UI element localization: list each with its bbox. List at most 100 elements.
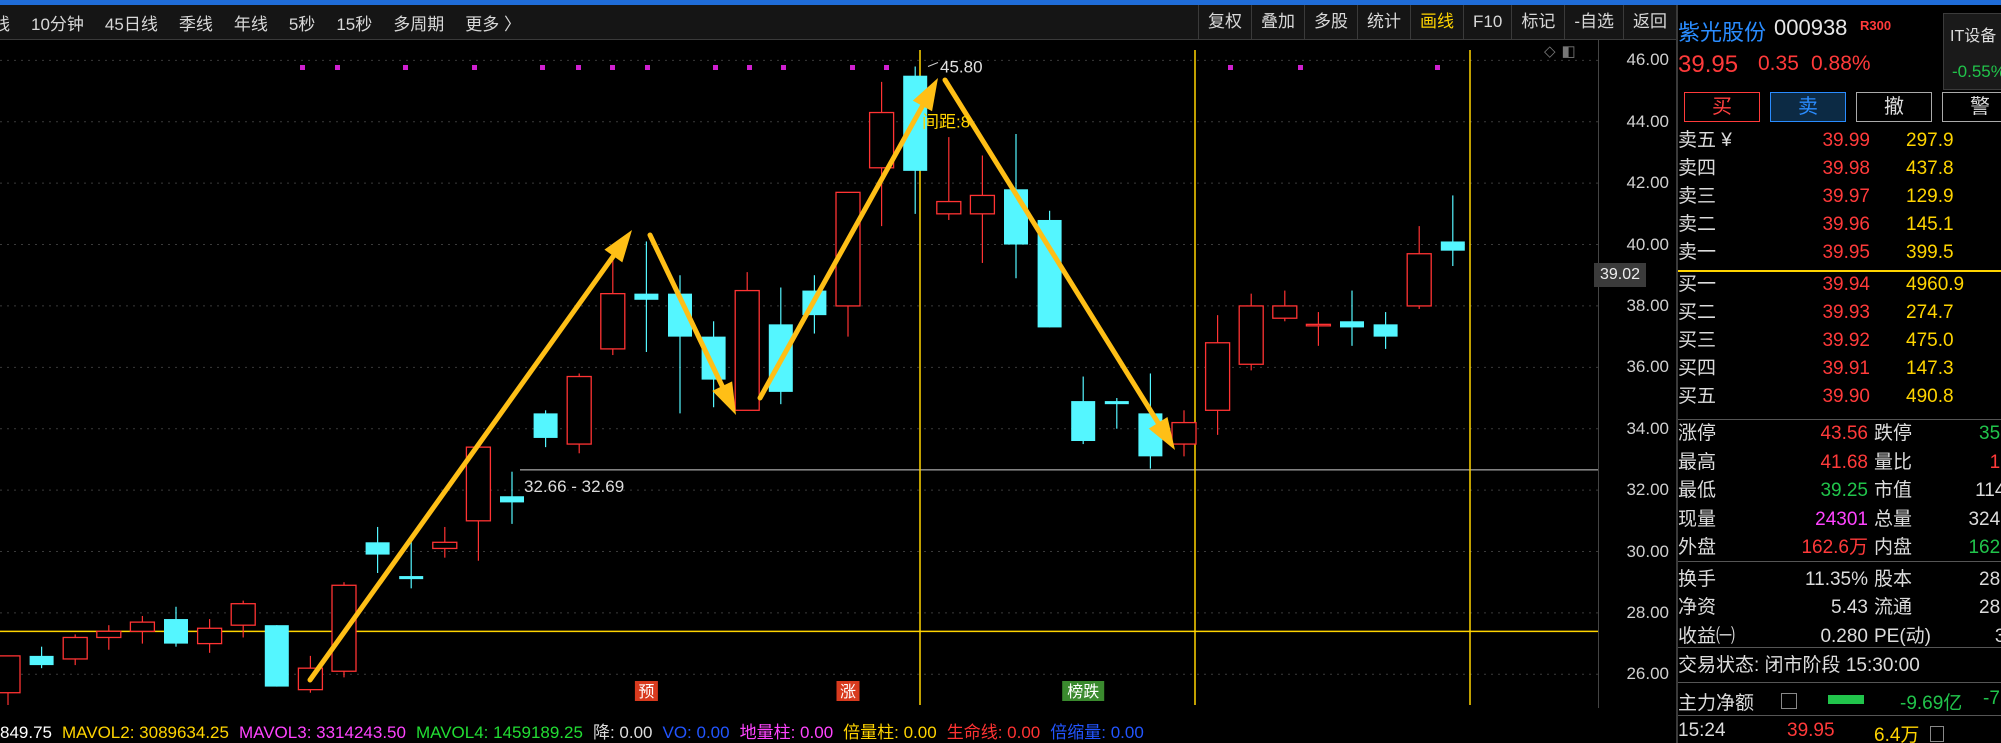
dot-markers	[300, 65, 1440, 70]
stat-value: 162.6万	[1801, 537, 1868, 558]
chart-annotations: 32.66 - 32.69 45.80 间距:8 预 涨 榜跌	[524, 57, 1105, 701]
stat-value: 162.0	[1968, 537, 2001, 558]
axis-tick-label: 26.00	[1626, 664, 1669, 684]
candle-body	[1340, 321, 1364, 328]
period-tab[interactable]: 5秒	[289, 10, 315, 35]
axis-tick-label: 30.00	[1626, 541, 1669, 561]
order-label: 买三	[1678, 330, 1717, 351]
stat-value: 35.0	[1979, 423, 2001, 444]
stat-label: 总量	[1874, 508, 1913, 530]
period-tab[interactable]: 年线	[234, 10, 268, 35]
period-tab[interactable]: 线	[0, 10, 10, 35]
signal-dot	[472, 65, 477, 70]
order-price: 39.99	[1822, 130, 1870, 151]
tick-volume: 6.4万	[1874, 725, 1920, 743]
stat-value: 324.6	[1968, 508, 2001, 530]
period-tab[interactable]: 45日线	[105, 10, 158, 35]
stat-label: 最高	[1678, 451, 1717, 473]
trend-arrow-shaft	[942, 77, 1161, 426]
period-tab[interactable]: 季线	[179, 10, 213, 35]
price-axis: 46.00 44.00 42.00 40.00 38.00 36.00 34.00 32.00…	[1598, 40, 1677, 708]
stat-value: 43.56	[1820, 423, 1868, 444]
tool-button[interactable]: 返回	[1623, 5, 1676, 39]
order-price: 39.97	[1822, 186, 1870, 207]
indicator-value: MAVOL4: 1459189.25	[415, 723, 583, 742]
buy-button[interactable]: 买	[1684, 92, 1760, 122]
order-label: 买五	[1678, 386, 1717, 407]
order-row: 买三 39.92 475.0	[1678, 327, 2001, 354]
diamond-icon[interactable]: ◇	[1544, 42, 1556, 60]
order-volume: 490.8	[1906, 386, 1954, 407]
tool-button[interactable]: 统计	[1357, 5, 1410, 39]
high-marker: 45.80	[940, 57, 983, 76]
axis-tick-label: 44.00	[1626, 111, 1669, 131]
candle-body	[365, 542, 390, 555]
tool-button[interactable]: 标记	[1511, 5, 1564, 39]
range-label: 32.66 - 32.69	[524, 477, 624, 496]
trend-arrow-shaft	[647, 232, 725, 389]
period-tab[interactable]: 多周期	[393, 10, 444, 35]
sell-button[interactable]: 卖	[1770, 92, 1846, 122]
axis-tick-label: 32.00	[1626, 480, 1669, 500]
candle-body	[164, 619, 188, 644]
tick-time: 15:24	[1678, 720, 1726, 741]
candle-body	[1406, 253, 1432, 307]
tool-button[interactable]: 叠加	[1251, 5, 1304, 39]
divider	[1678, 647, 2001, 648]
stock-code: 000938	[1774, 15, 1848, 40]
order-row: 买四 39.91 147.3	[1678, 355, 2001, 382]
signal-dot	[850, 65, 855, 70]
tool-button[interactable]: 画线	[1410, 5, 1463, 39]
tool-button[interactable]: 多股	[1304, 5, 1357, 39]
period-tab[interactable]: 10分钟	[31, 10, 84, 35]
order-volume: 475.0	[1906, 330, 1954, 351]
cancel-button[interactable]: 撤	[1856, 92, 1932, 122]
stat-value: 28.6	[1979, 568, 2001, 590]
signal-dot	[403, 65, 408, 70]
stock-header: 紫光股份 000938 R300 39.95 0.35 0.88% IT设备 -…	[1678, 5, 2001, 90]
trend-arrow-shaft	[307, 253, 616, 683]
period-tab[interactable]: 15秒	[336, 10, 372, 35]
trend-arrow-head	[604, 230, 632, 263]
event-tag-label: 榜跌	[1067, 683, 1099, 701]
tool-button[interactable]: -自选	[1564, 5, 1623, 39]
stat-value: 1.2	[1989, 451, 2001, 473]
candle-body	[1171, 421, 1197, 445]
kline-chart[interactable]: 32.66 - 32.69 45.80 间距:8 预 涨 榜跌	[0, 40, 1598, 708]
signal-dot	[610, 65, 615, 70]
interval-label: 间距:8	[922, 113, 970, 132]
signal-dot	[540, 65, 545, 70]
flow-doc-icon[interactable]	[1781, 693, 1797, 709]
stat-row: 外盘 162.6万内盘 162.0	[1678, 534, 2001, 562]
stat-row: 涨停 43.56 跌停 35.0	[1678, 420, 2001, 448]
tool-button[interactable]: F10	[1463, 5, 1511, 39]
stock-name[interactable]: 紫光股份	[1678, 15, 1766, 47]
alert-button[interactable]: 警	[1942, 92, 2001, 122]
signal-dot	[335, 65, 340, 70]
order-label: 买一	[1678, 274, 1717, 295]
stat-value: 5.43	[1831, 597, 1868, 618]
order-volume: 129.9	[1906, 186, 1954, 207]
panel-toggle-icon[interactable]: ◧	[1562, 42, 1576, 60]
stat-row: 现量 24301 总量 324.6	[1678, 506, 2001, 534]
tool-button[interactable]: 复权	[1198, 5, 1251, 39]
high-pointer	[927, 62, 939, 67]
signal-dot	[576, 65, 581, 70]
stat-value: 11.35%	[1804, 568, 1868, 590]
sector-name: IT设备	[1950, 28, 1997, 45]
order-row: 买一 39.94 4960.9	[1678, 271, 2001, 298]
quote-panel: 紫光股份 000938 R300 39.95 0.35 0.88% IT设备 -…	[1676, 5, 2001, 743]
signal-dot	[781, 65, 786, 70]
vertical-lines	[919, 50, 1471, 705]
stat-value: 1143	[1975, 480, 2001, 501]
period-tab[interactable]: 更多 〉	[465, 10, 521, 35]
sector-box[interactable]: IT设备 -0.55%	[1943, 13, 2001, 90]
candle-body	[230, 603, 256, 626]
candle-body	[969, 194, 996, 215]
order-volume: 147.3	[1906, 358, 1954, 379]
order-label: 卖五 ¥	[1678, 130, 1732, 151]
stat-label: 换手	[1678, 568, 1717, 590]
candle-body	[634, 293, 659, 300]
candle-body	[600, 293, 626, 350]
order-label: 买四	[1678, 358, 1717, 379]
